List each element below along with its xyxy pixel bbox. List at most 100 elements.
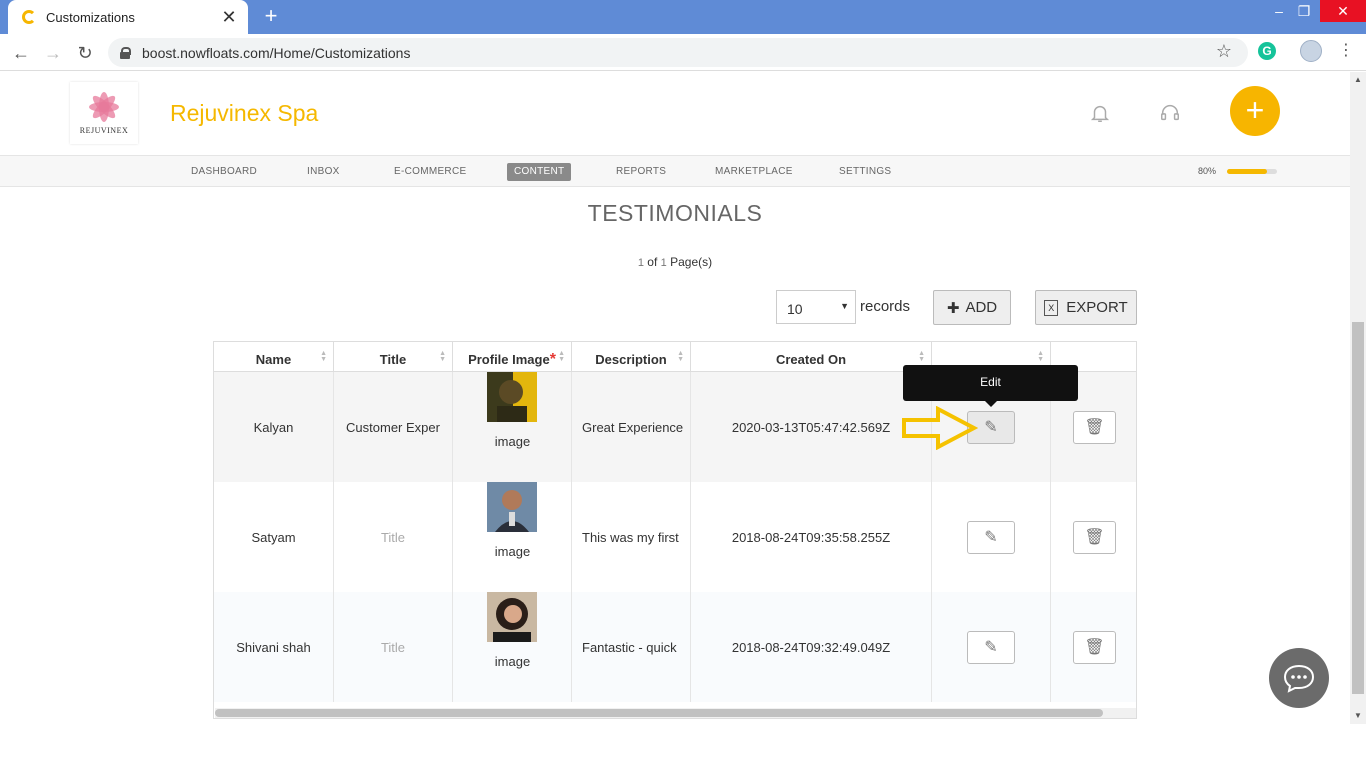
- cell-delete: 🗑: [1051, 592, 1136, 702]
- cell-description[interactable]: This was my first: [572, 482, 691, 592]
- table-horizontal-scrollbar[interactable]: [215, 708, 1136, 718]
- add-button[interactable]: ✚ ADD: [933, 290, 1011, 325]
- trash-icon: 🗑: [1084, 419, 1105, 436]
- column-header-created-on[interactable]: Created On ▲ ▼: [691, 342, 932, 372]
- trash-icon: 🗑: [1084, 639, 1105, 656]
- delete-button[interactable]: 🗑: [1073, 410, 1116, 444]
- add-button-label: ADD: [965, 299, 998, 316]
- pagination-info: 1 of 1 Page(s): [0, 255, 1350, 269]
- image-caption: image: [494, 434, 531, 449]
- caret-down-icon: ▼: [840, 301, 849, 311]
- tab-title: Customizations: [46, 9, 135, 25]
- cell-profile-image[interactable]: image: [453, 592, 572, 702]
- cell-profile-image[interactable]: image: [453, 372, 572, 482]
- site-favicon-icon: [22, 10, 36, 24]
- grammarly-extension-icon[interactable]: G: [1258, 42, 1276, 60]
- edit-tooltip: Edit: [903, 365, 1078, 407]
- table-row: Satyam Title image This was my first 201…: [214, 482, 1136, 592]
- pager-suffix: Page(s): [666, 255, 713, 269]
- export-button[interactable]: X EXPORT: [1035, 290, 1137, 325]
- page-content: REJUVINEX Rejuvinex Spa + DASHBOARD INBO…: [0, 72, 1350, 724]
- column-header-title[interactable]: Title ▲ ▼: [334, 342, 453, 372]
- browser-tab[interactable]: Customizations ✕: [8, 0, 248, 34]
- url-text[interactable]: boost.nowfloats.com/Home/Customizations: [142, 45, 410, 61]
- required-marker: *: [549, 351, 556, 368]
- tab-close-icon[interactable]: ✕: [220, 8, 238, 26]
- nav-marketplace[interactable]: MARKETPLACE: [708, 163, 800, 181]
- pager-of: of: [643, 255, 661, 269]
- delete-button[interactable]: 🗑: [1073, 520, 1116, 554]
- column-header-description[interactable]: Description ▲ ▼: [572, 342, 691, 372]
- nav-reports[interactable]: REPORTS: [609, 163, 673, 181]
- column-header-label: Name: [255, 352, 292, 367]
- records-per-page-select[interactable]: 10 ▼: [776, 290, 856, 324]
- window-close-button[interactable]: ✕: [1320, 0, 1366, 22]
- nav-settings[interactable]: SETTINGS: [832, 163, 898, 181]
- profile-photo: [487, 482, 537, 532]
- column-header-name[interactable]: Name ▲ ▼: [214, 342, 334, 372]
- main-nav: DASHBOARD INBOX E-COMMERCE CONTENT REPOR…: [0, 155, 1350, 187]
- plus-icon[interactable]: +: [258, 4, 284, 30]
- bell-icon[interactable]: [1088, 102, 1112, 126]
- cell-title[interactable]: Title: [334, 482, 453, 592]
- column-header-label: Created On: [775, 352, 847, 367]
- page-title: TESTIMONIALS: [587, 200, 763, 226]
- scrollbar-thumb[interactable]: [215, 709, 1103, 717]
- delete-button[interactable]: 🗑: [1073, 630, 1116, 664]
- profile-photo: [487, 592, 537, 642]
- chat-support-button[interactable]: [1269, 648, 1329, 708]
- cell-profile-image[interactable]: image: [453, 482, 572, 592]
- plus-icon: ✚: [946, 299, 960, 317]
- business-logo: REJUVINEX: [70, 82, 138, 144]
- more-menu-icon[interactable]: ⋮: [1338, 40, 1354, 62]
- business-name: Rejuvinex Spa: [170, 100, 319, 126]
- back-arrow-icon[interactable]: ←: [8, 40, 34, 66]
- edit-icon: ✎: [984, 419, 998, 436]
- profile-completion-bar: [1227, 169, 1277, 174]
- forward-arrow-icon[interactable]: →: [40, 40, 66, 66]
- cell-name[interactable]: Kalyan: [214, 372, 334, 482]
- chat-icon: [1283, 664, 1315, 693]
- page-vertical-scrollbar[interactable]: ▲ ▼: [1350, 72, 1366, 724]
- profile-avatar[interactable]: [1300, 40, 1322, 62]
- records-label: records: [860, 298, 911, 315]
- scroll-down-icon[interactable]: ▼: [1350, 708, 1366, 724]
- edit-button[interactable]: ✎: [967, 630, 1015, 664]
- cell-edit: ✎: [932, 482, 1051, 592]
- cell-description[interactable]: Great Experience: [572, 372, 691, 482]
- nav-dashboard[interactable]: DASHBOARD: [184, 163, 264, 181]
- arrow-right-icon: [902, 406, 978, 450]
- image-caption: image: [494, 544, 531, 559]
- edit-icon: ✎: [984, 639, 998, 656]
- cell-edit: ✎: [932, 592, 1051, 702]
- nav-ecommerce[interactable]: E-COMMERCE: [387, 163, 473, 181]
- reload-icon[interactable]: ↻: [72, 40, 98, 66]
- cell-delete: 🗑: [1051, 482, 1136, 592]
- column-header-profile-image[interactable]: Profile Image* ▲ ▼: [453, 342, 572, 372]
- cell-title[interactable]: Title: [334, 592, 453, 702]
- address-bar[interactable]: boost.nowfloats.com/Home/Customizations …: [108, 38, 1248, 67]
- nav-inbox[interactable]: INBOX: [300, 163, 347, 181]
- bookmark-star-icon[interactable]: ☆: [1216, 41, 1232, 62]
- sort-icon: ▲ ▼: [320, 350, 327, 363]
- lotus-logo-icon: [89, 91, 119, 122]
- headset-icon[interactable]: [1158, 102, 1182, 126]
- profile-completion-fill: [1227, 169, 1267, 174]
- lock-icon: [120, 46, 131, 59]
- cell-name[interactable]: Shivani shah: [214, 592, 334, 702]
- nav-content[interactable]: CONTENT: [507, 163, 572, 181]
- create-fab-button[interactable]: +: [1230, 86, 1280, 136]
- scroll-up-icon[interactable]: ▲: [1350, 72, 1366, 88]
- column-header-label: Description: [595, 352, 667, 367]
- records-select-value: 10: [787, 301, 803, 317]
- excel-file-icon: X: [1044, 299, 1059, 316]
- trash-icon: 🗑: [1084, 529, 1105, 546]
- cell-created-on: 2018-08-24T09:32:49.049Z: [691, 592, 932, 702]
- browser-tab-strip: Customizations ✕ + – ❐ ✕: [0, 0, 1366, 34]
- cell-title[interactable]: Customer Exper: [334, 372, 453, 482]
- cell-name[interactable]: Satyam: [214, 482, 334, 592]
- scrollbar-thumb[interactable]: [1352, 322, 1364, 694]
- cell-description[interactable]: Fantastic - quick: [572, 592, 691, 702]
- table-row: Shivani shah Title image Fantastic - qui…: [214, 592, 1136, 702]
- edit-button[interactable]: ✎: [967, 520, 1015, 554]
